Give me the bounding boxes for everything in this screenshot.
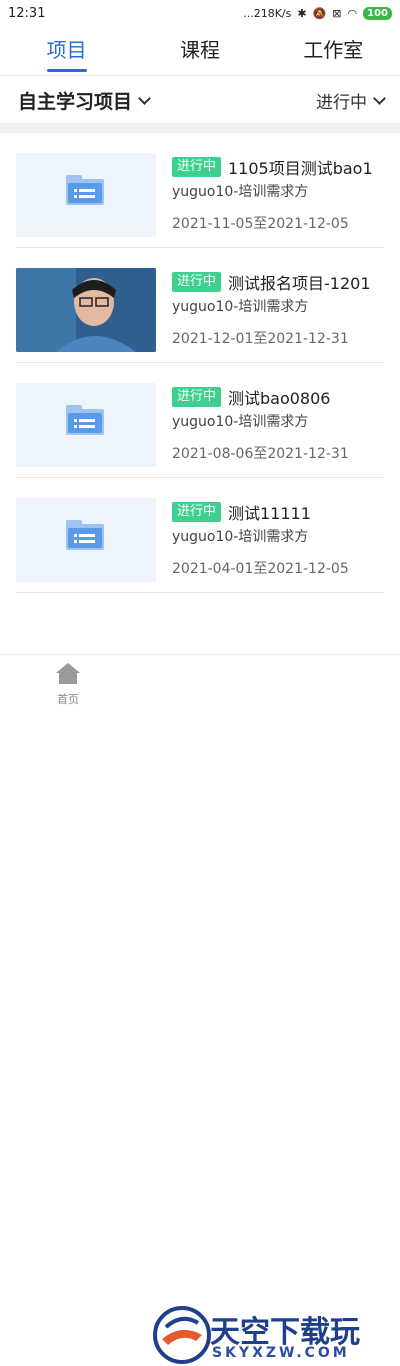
list-item[interactable]: 进行中 测试报名项目-1201 yuguo10-培训需求方 2021-12-01… xyxy=(16,248,384,363)
network-speed: ...218K/s xyxy=(243,6,292,20)
person-photo xyxy=(16,268,156,352)
watermark-emblem xyxy=(153,1306,211,1364)
tab-projects[interactable]: 项目 xyxy=(0,26,133,74)
status-badge: 进行中 xyxy=(172,272,222,292)
project-thumbnail xyxy=(16,383,156,467)
mute-icon: 🔕 xyxy=(312,6,327,20)
project-type-dropdown[interactable]: 自主学习项目 xyxy=(18,87,151,114)
status-badge: 进行中 xyxy=(172,502,222,522)
folder-icon xyxy=(66,175,104,205)
status-filter-label: 进行中 xyxy=(316,92,367,113)
project-org: yuguo10-培训需求方 xyxy=(172,299,309,315)
project-thumbnail xyxy=(16,498,156,582)
list-item[interactable]: 进行中 测试11111 yuguo10-培训需求方 2021-04-01至202… xyxy=(16,478,384,593)
project-dates: 2021-12-01至2021-12-31 xyxy=(172,331,349,347)
project-thumbnail xyxy=(16,153,156,237)
status-icons: ...218K/s ✱ 🔕 ⊠ ◠ 100 xyxy=(243,6,392,20)
project-dates: 2021-04-01至2021-12-05 xyxy=(172,561,349,577)
project-title: 测试bao0806 xyxy=(228,389,331,408)
project-type-label: 自主学习项目 xyxy=(18,90,133,113)
status-badge: 进行中 xyxy=(172,157,222,177)
section-divider xyxy=(0,123,400,133)
nav-home[interactable]: 首页 xyxy=(48,661,88,707)
project-title: 1105项目测试bao1 xyxy=(228,159,373,178)
status-filter-dropdown[interactable]: 进行中 xyxy=(316,88,386,113)
filter-bar: 自主学习项目 进行中 xyxy=(0,75,400,124)
status-time: 12:31 xyxy=(8,5,46,21)
watermark-logo: 天空下载玩 SKYXZW.COM xyxy=(150,1305,400,1366)
folder-icon xyxy=(66,520,104,550)
sim-icon: ⊠ xyxy=(332,6,342,20)
nav-home-label: 首页 xyxy=(57,693,79,706)
status-badge: 进行中 xyxy=(172,387,222,407)
watermark-subtext: SKYXZW.COM xyxy=(212,1345,350,1361)
project-org: yuguo10-培训需求方 xyxy=(172,184,309,200)
tab-studio[interactable]: 工作室 xyxy=(267,26,400,74)
bluetooth-icon: ✱ xyxy=(297,6,307,20)
list-item[interactable]: 进行中 测试bao0806 yuguo10-培训需求方 2021-08-06至2… xyxy=(16,363,384,478)
project-list: 进行中 1105项目测试bao1 yuguo10-培训需求方 2021-11-0… xyxy=(0,133,400,593)
list-item[interactable]: 进行中 1105项目测试bao1 yuguo10-培训需求方 2021-11-0… xyxy=(16,133,384,248)
battery-icon: 100 xyxy=(363,6,392,20)
folder-icon xyxy=(66,405,104,435)
project-thumbnail-photo xyxy=(16,268,156,352)
chevron-down-icon xyxy=(138,91,151,105)
chevron-down-icon xyxy=(373,91,386,105)
wifi-icon: ◠ xyxy=(347,6,358,20)
project-dates: 2021-11-05至2021-12-05 xyxy=(172,216,349,232)
status-bar: 12:31 ...218K/s ✱ 🔕 ⊠ ◠ 100 xyxy=(0,0,400,26)
top-tabs: 项目 课程 工作室 xyxy=(0,26,400,74)
project-org: yuguo10-培训需求方 xyxy=(172,414,309,430)
project-org: yuguo10-培训需求方 xyxy=(172,529,309,545)
tab-courses[interactable]: 课程 xyxy=(133,26,266,74)
bottom-navigation: 首页 天空下载玩 SKYXZW.COM xyxy=(0,654,400,1364)
home-icon xyxy=(56,663,80,684)
project-title: 测试报名项目-1201 xyxy=(228,274,371,293)
project-title: 测试11111 xyxy=(228,504,311,523)
project-dates: 2021-08-06至2021-12-31 xyxy=(172,446,349,462)
